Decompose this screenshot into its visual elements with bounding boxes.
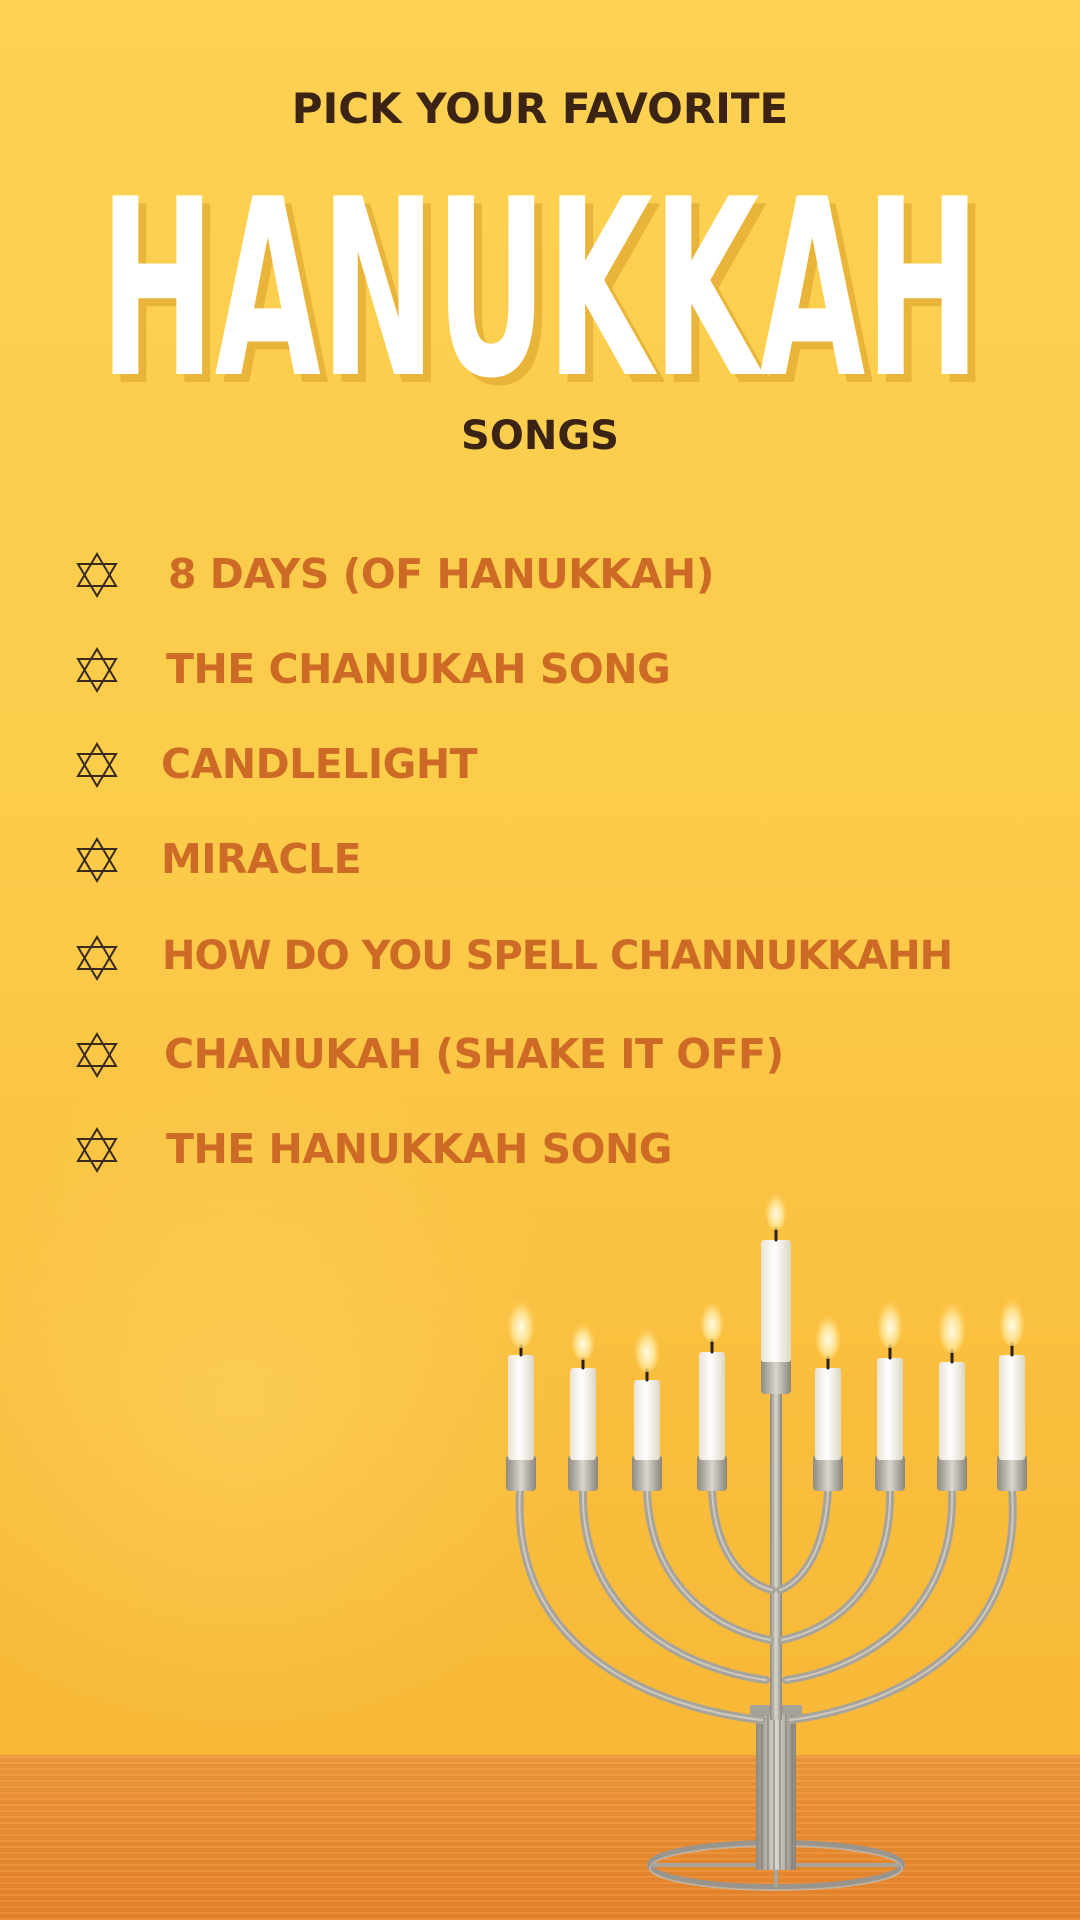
star-of-david-icon: [74, 552, 120, 598]
poster: PICK YOUR FAVORITE HANUKKAH HANUKKAH SON…: [0, 0, 1080, 1920]
star-of-david-icon: [74, 1032, 120, 1078]
star-of-david-icon: [74, 742, 120, 788]
song-title: THE HANUKKAH SONG: [166, 1125, 672, 1173]
star-of-david-icon: [74, 647, 120, 693]
star-of-david-icon: [74, 837, 120, 883]
song-item: THE CHANUKAH SONG: [0, 635, 1060, 705]
poster-kicker: PICK YOUR FAVORITE: [291, 84, 789, 133]
song-item: 8 DAYS (OF HANUKKAH): [0, 540, 1060, 610]
song-title: THE CHANUKAH SONG: [166, 645, 671, 693]
song-title: 8 DAYS (OF HANUKKAH): [168, 550, 714, 598]
song-item: MIRACLE: [0, 825, 1060, 895]
star-of-david-icon: [74, 1127, 120, 1173]
headline-text: HANUKKAH: [100, 147, 980, 400]
song-item: THE HANUKKAH SONG: [0, 1115, 1060, 1185]
song-title: CANDLELIGHT: [161, 740, 478, 788]
song-title: MIRACLE: [161, 835, 362, 883]
song-title: CHANUKAH (SHAKE IT OFF): [164, 1030, 784, 1078]
star-of-david-icon: [74, 935, 120, 981]
poster-subhead: SONGS: [461, 413, 619, 459]
song-item: CANDLELIGHT: [0, 730, 1060, 800]
poster-headline: HANUKKAH HANUKKAH: [0, 130, 1080, 400]
song-title: HOW DO YOU SPELL CHANNUKKAHH: [162, 933, 953, 979]
song-item: CHANUKAH (SHAKE IT OFF): [0, 1020, 1060, 1090]
song-item: HOW DO YOU SPELL CHANNUKKAHH: [0, 923, 1060, 993]
menorah-photo: [500, 1190, 1040, 1910]
